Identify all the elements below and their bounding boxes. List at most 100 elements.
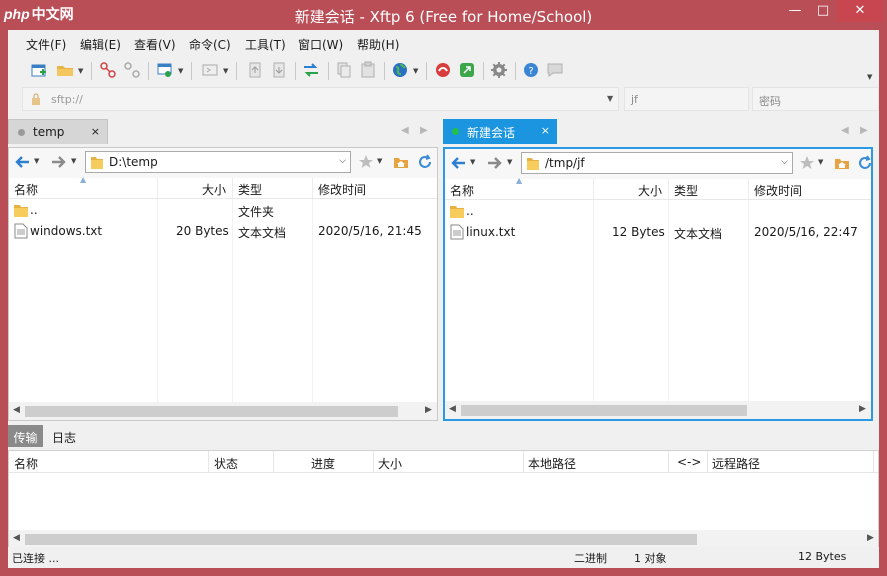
chevron-down-icon[interactable]: ▼ bbox=[377, 157, 382, 165]
disconnect-icon[interactable] bbox=[123, 61, 141, 79]
chevron-down-icon[interactable]: ⌵ bbox=[781, 157, 788, 167]
menu-view[interactable]: 查看(V) bbox=[134, 36, 176, 53]
col-divider[interactable] bbox=[373, 451, 374, 472]
col-divider[interactable] bbox=[707, 451, 708, 472]
col-divider[interactable] bbox=[232, 178, 233, 198]
col-divider[interactable] bbox=[273, 451, 274, 472]
upload-icon[interactable] bbox=[246, 61, 264, 79]
col-divider[interactable] bbox=[523, 451, 524, 472]
close-icon[interactable]: × bbox=[541, 124, 550, 137]
chevron-down-icon[interactable]: ▼ bbox=[178, 67, 183, 75]
chevron-down-icon[interactable]: ▼ bbox=[867, 73, 872, 81]
local-path-input[interactable]: D:\temp ⌵ bbox=[85, 151, 351, 173]
remote-path-input[interactable]: /tmp/jf ⌵ bbox=[521, 152, 793, 174]
home-folder-icon[interactable] bbox=[834, 155, 850, 171]
tab-next-icon[interactable]: ▶ bbox=[420, 125, 428, 136]
tab-remote-session[interactable]: 新建会话 × bbox=[443, 119, 557, 144]
chevron-down-icon[interactable]: ▼ bbox=[71, 157, 76, 165]
col-divider[interactable] bbox=[157, 178, 158, 198]
col-modified[interactable]: 修改时间 bbox=[754, 182, 802, 199]
col-name[interactable]: 名称 bbox=[450, 182, 474, 199]
sync-transfer-icon[interactable] bbox=[302, 61, 320, 79]
refresh-icon[interactable] bbox=[857, 155, 873, 171]
tab-prev-icon[interactable]: ◀ bbox=[401, 125, 409, 136]
xftp-icon[interactable] bbox=[458, 61, 476, 79]
maximize-button[interactable]: □ bbox=[809, 0, 837, 22]
col-direction[interactable]: <-> bbox=[677, 455, 701, 469]
back-arrow-icon[interactable] bbox=[450, 156, 466, 170]
col-size[interactable]: 大小 bbox=[378, 455, 402, 472]
scroll-thumb[interactable] bbox=[25, 406, 398, 417]
col-remote-path[interactable]: 远程路径 bbox=[712, 455, 760, 472]
tab-next-icon[interactable]: ▶ bbox=[860, 125, 868, 136]
download-icon[interactable] bbox=[270, 61, 288, 79]
username-field[interactable]: jf bbox=[624, 87, 749, 111]
session-settings-icon[interactable] bbox=[156, 61, 174, 79]
col-type[interactable]: 类型 bbox=[238, 181, 262, 198]
star-icon[interactable] bbox=[358, 154, 374, 170]
forward-arrow-icon[interactable] bbox=[51, 155, 67, 169]
col-local-path[interactable]: 本地路径 bbox=[528, 455, 576, 472]
help-icon[interactable]: ? bbox=[522, 61, 540, 79]
password-field[interactable]: 密码 bbox=[752, 87, 879, 111]
xshell-icon[interactable] bbox=[434, 61, 452, 79]
col-divider[interactable] bbox=[312, 178, 313, 198]
scroll-right-icon[interactable]: ▶ bbox=[867, 533, 874, 543]
col-status[interactable]: 状态 bbox=[214, 455, 238, 472]
scroll-left-icon[interactable]: ◀ bbox=[449, 404, 456, 414]
tab-local-temp[interactable]: temp × bbox=[8, 119, 108, 144]
home-folder-icon[interactable] bbox=[393, 154, 409, 170]
col-size[interactable]: 大小 bbox=[202, 181, 226, 198]
tab-transfer[interactable]: 传输 bbox=[8, 425, 43, 447]
col-size[interactable]: 大小 bbox=[638, 182, 662, 199]
chevron-down-icon[interactable]: ⌵ bbox=[339, 156, 346, 166]
col-divider[interactable] bbox=[748, 179, 749, 199]
host-input[interactable]: sftp:// ▼ bbox=[22, 87, 619, 111]
menu-window[interactable]: 窗口(W) bbox=[298, 36, 343, 53]
remote-hscrollbar[interactable]: ◀ ▶ bbox=[445, 401, 871, 419]
refresh-icon[interactable] bbox=[417, 154, 433, 170]
transfer-hscrollbar[interactable]: ◀ ▶ bbox=[9, 530, 878, 548]
menu-help[interactable]: 帮助(H) bbox=[357, 36, 399, 53]
col-modified[interactable]: 修改时间 bbox=[318, 181, 366, 198]
chevron-down-icon[interactable]: ▼ bbox=[78, 67, 83, 75]
back-arrow-icon[interactable] bbox=[14, 155, 30, 169]
col-type[interactable]: 类型 bbox=[674, 182, 698, 199]
open-folder-icon[interactable] bbox=[56, 61, 74, 79]
gear-icon[interactable] bbox=[490, 61, 508, 79]
new-session-icon[interactable] bbox=[30, 61, 48, 79]
chat-icon[interactable] bbox=[546, 61, 564, 79]
menu-edit[interactable]: 编辑(E) bbox=[80, 36, 121, 53]
chevron-down-icon[interactable]: ▼ bbox=[607, 94, 613, 103]
col-divider[interactable] bbox=[668, 451, 669, 472]
close-icon[interactable]: × bbox=[91, 125, 100, 138]
scroll-right-icon[interactable]: ▶ bbox=[859, 404, 866, 414]
scroll-left-icon[interactable]: ◀ bbox=[13, 533, 20, 543]
table-row[interactable]: linux.txt 12 Bytes 文本文档 2020/5/16, 22:47 bbox=[445, 222, 871, 243]
table-row[interactable]: windows.txt 20 Bytes 文本文档 2020/5/16, 21:… bbox=[9, 221, 437, 242]
tab-prev-icon[interactable]: ◀ bbox=[841, 125, 849, 136]
local-hscrollbar[interactable]: ◀ ▶ bbox=[9, 402, 437, 420]
col-divider[interactable] bbox=[873, 451, 874, 472]
copy-icon[interactable] bbox=[335, 61, 353, 79]
scroll-left-icon[interactable]: ◀ bbox=[13, 405, 20, 415]
chevron-down-icon[interactable]: ▼ bbox=[34, 157, 39, 165]
globe-icon[interactable] bbox=[391, 61, 409, 79]
col-progress[interactable]: 进度 bbox=[311, 455, 335, 472]
connect-icon[interactable] bbox=[99, 61, 117, 79]
menu-tools[interactable]: 工具(T) bbox=[245, 36, 286, 53]
minimize-button[interactable]: — bbox=[781, 0, 809, 22]
chevron-down-icon[interactable]: ▼ bbox=[470, 158, 475, 166]
col-divider[interactable] bbox=[593, 179, 594, 199]
paste-icon[interactable] bbox=[359, 61, 377, 79]
col-divider[interactable] bbox=[668, 179, 669, 199]
star-icon[interactable] bbox=[799, 155, 815, 171]
chevron-down-icon[interactable]: ▼ bbox=[413, 67, 418, 75]
scroll-right-icon[interactable]: ▶ bbox=[425, 405, 432, 415]
menu-file[interactable]: 文件(F) bbox=[26, 36, 66, 53]
scroll-thumb[interactable] bbox=[25, 534, 697, 545]
tab-log[interactable]: 日志 bbox=[48, 425, 80, 447]
terminal-icon[interactable] bbox=[201, 61, 219, 79]
col-name[interactable]: 名称 bbox=[14, 455, 38, 472]
chevron-down-icon[interactable]: ▼ bbox=[507, 158, 512, 166]
